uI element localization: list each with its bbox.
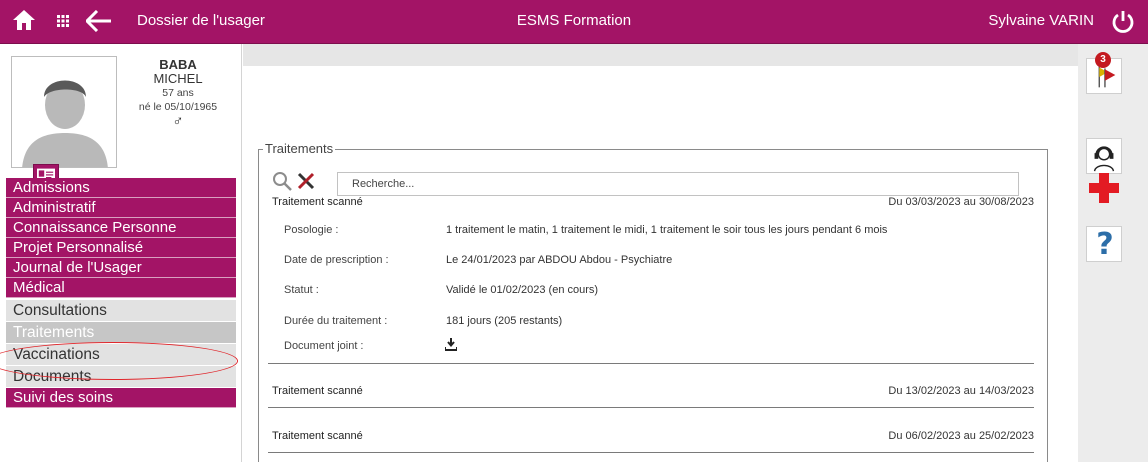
help-button[interactable]: ? — [1086, 226, 1122, 262]
menu-item-admissions[interactable]: Admissions — [6, 178, 236, 198]
detail-label: Durée du traitement : — [284, 315, 388, 327]
home-icon[interactable] — [12, 8, 36, 32]
power-icon[interactable] — [1111, 10, 1135, 34]
avatar-icon — [12, 57, 116, 167]
menu-item-consultations[interactable]: Consultations — [6, 300, 236, 322]
user-name: Sylvaine VARIN — [988, 12, 1094, 29]
detail-value: Validé le 01/02/2023 (en cours) — [446, 284, 599, 296]
detail-value: Le 24/01/2023 par ABDOU Abdou - Psychiat… — [446, 254, 673, 266]
question-icon: ? — [1096, 227, 1114, 262]
menu-item-journal-usager[interactable]: Journal de l'Usager — [6, 258, 236, 278]
section-legend: Traitements — [263, 141, 336, 156]
download-icon[interactable] — [445, 338, 457, 351]
menu-item-administratif[interactable]: Administratif — [6, 198, 236, 218]
menu-item-traitements[interactable]: Traitements — [6, 322, 236, 344]
row-divider — [268, 363, 1034, 364]
medical-button[interactable] — [1086, 170, 1122, 206]
patient-age: 57 ans — [162, 87, 194, 99]
arrow-left-icon[interactable] — [86, 10, 112, 32]
detail-label: Document joint : — [284, 340, 364, 352]
menu-item-suivi-des-soins[interactable]: Suivi des soins — [6, 388, 236, 408]
treatment-period: Du 03/03/2023 au 30/08/2023 — [888, 196, 1034, 208]
treatment-period: Du 06/02/2023 au 25/02/2023 — [888, 430, 1034, 442]
left-panel: BABA MICHEL 57 ans né le 05/10/1965 ♂ Ad… — [0, 44, 242, 462]
breadcrumb: Dossier de l'usager — [137, 12, 265, 29]
top-bar: Dossier de l'usager ESMS Formation Sylva… — [0, 0, 1148, 44]
patient-first-name: MICHEL — [153, 71, 203, 86]
magnifier-icon[interactable] — [272, 171, 292, 191]
menu-item-projet-personnalise[interactable]: Projet Personnalisé — [6, 238, 236, 258]
row-divider — [268, 452, 1034, 453]
treatment-title[interactable]: Traitement scanné — [272, 430, 363, 442]
patient-info: BABA MICHEL 57 ans né le 05/10/1965 ♂ — [118, 57, 238, 130]
treatment-period: Du 13/02/2023 au 14/03/2023 — [888, 385, 1034, 397]
menu-item-medical[interactable]: Médical — [6, 278, 236, 298]
content-header-bar — [243, 44, 1078, 66]
x-icon[interactable] — [296, 171, 316, 191]
grid-icon[interactable] — [57, 15, 69, 27]
detail-label: Statut : — [284, 284, 319, 296]
headset-icon — [1093, 146, 1115, 172]
patient-birthdate: né le 05/10/1965 — [138, 101, 218, 113]
detail-value: 181 jours (205 restants) — [446, 315, 563, 327]
treatment-title[interactable]: Traitement scanné — [272, 385, 363, 397]
row-divider — [268, 407, 1034, 408]
detail-value: 1 traitement le matin, 1 traitement le m… — [446, 224, 888, 236]
patient-last-name: BABA — [159, 57, 197, 72]
detail-label: Date de prescription : — [284, 254, 389, 266]
patient-avatar — [11, 56, 117, 168]
detail-label: Posologie : — [284, 224, 339, 236]
menu-item-connaissance-personne[interactable]: Connaissance Personne — [6, 218, 236, 238]
support-button[interactable] — [1086, 138, 1122, 174]
male-icon: ♂ — [172, 113, 184, 130]
treatment-title[interactable]: Traitement scanné — [272, 196, 363, 208]
red-cross-icon — [1089, 173, 1119, 203]
alert-count-badge: 3 — [1095, 52, 1111, 68]
search-input[interactable] — [337, 172, 1019, 196]
